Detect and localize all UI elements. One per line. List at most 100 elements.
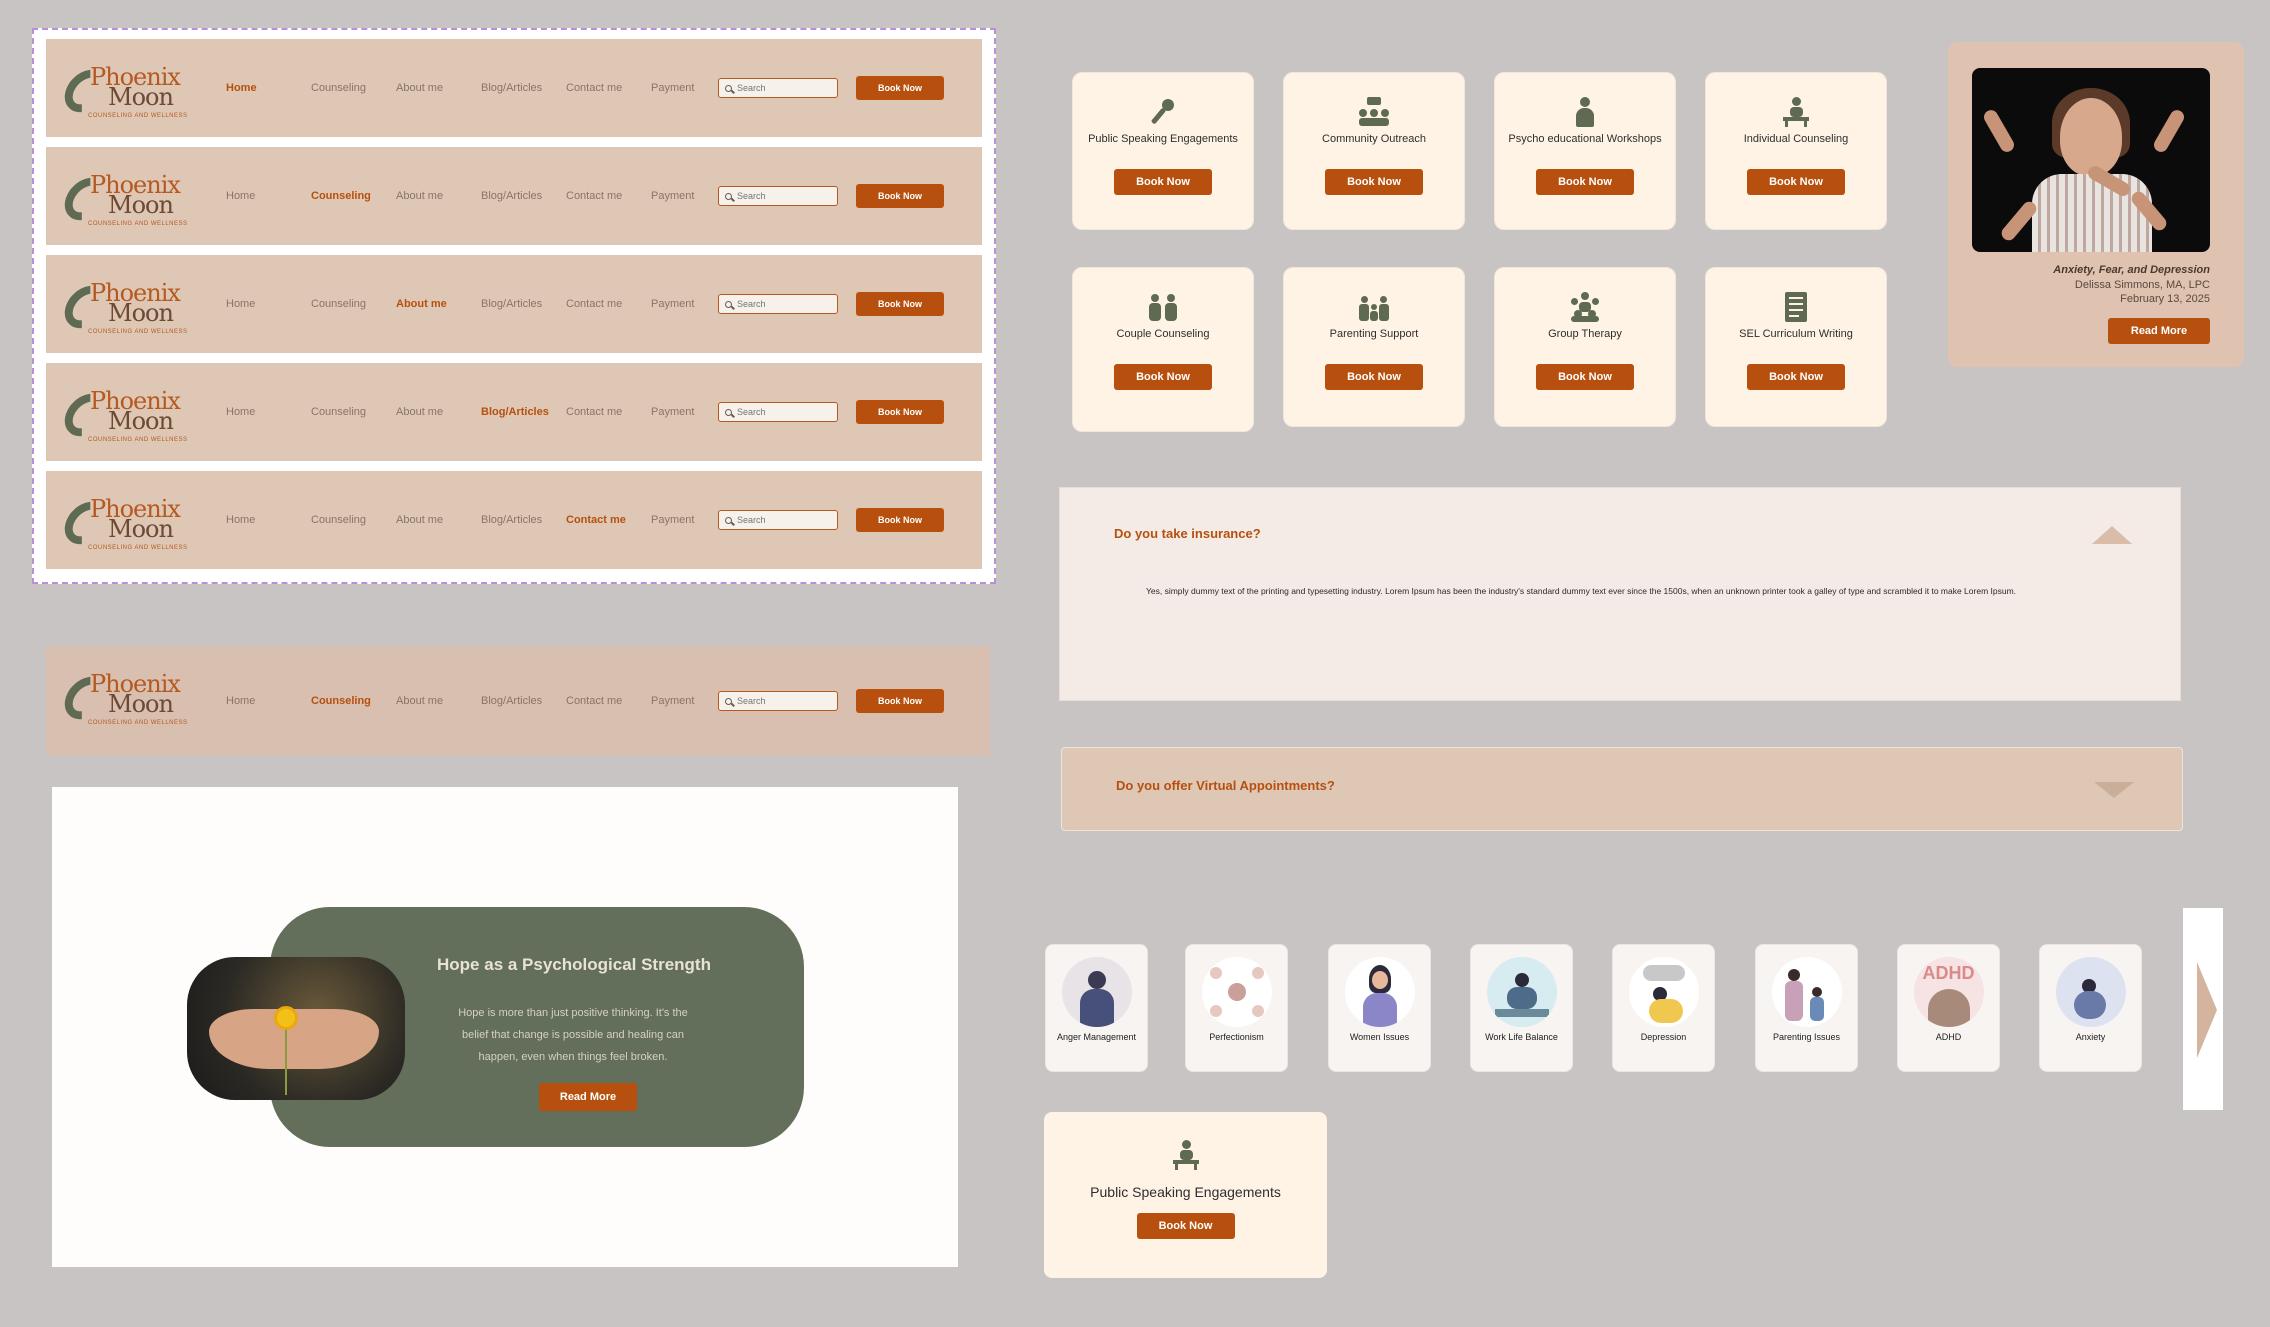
article-card: Anxiety, Fear, and Depression Delissa Si… xyxy=(1948,42,2244,367)
nav-link-about-me[interactable]: About me xyxy=(396,190,481,202)
hope-read-more-button[interactable]: Read More xyxy=(539,1083,637,1111)
logo[interactable]: Phoenix Moon COUNSELING AND WELLNESS xyxy=(56,165,187,229)
search-box[interactable] xyxy=(718,402,838,422)
book-now-button[interactable]: Book Now xyxy=(1114,169,1212,195)
book-now-button[interactable]: Book Now xyxy=(1136,1213,1235,1239)
topics-next-button[interactable] xyxy=(2183,908,2223,1110)
nav-link-home[interactable]: Home xyxy=(226,514,311,526)
topic-card[interactable]: Parenting Issues xyxy=(1755,944,1858,1072)
chevron-right-icon[interactable] xyxy=(2197,962,2217,1058)
hope-section: Hope as a Psychological Strength Hope is… xyxy=(52,787,958,1267)
nav-link-blog-articles[interactable]: Blog/Articles xyxy=(481,82,566,94)
book-now-button[interactable]: Book Now xyxy=(856,689,944,713)
nav-link-contact-me[interactable]: Contact me xyxy=(566,406,651,418)
search-box[interactable] xyxy=(718,78,838,98)
search-input[interactable] xyxy=(737,83,827,93)
book-now-button[interactable]: Book Now xyxy=(1536,169,1634,195)
nav-link-about-me[interactable]: About me xyxy=(396,406,481,418)
nav-link-contact-me[interactable]: Contact me xyxy=(566,190,651,202)
book-now-button[interactable]: Book Now xyxy=(1114,364,1212,390)
chevron-down-icon[interactable] xyxy=(2094,782,2134,798)
search-input[interactable] xyxy=(737,515,827,525)
service-card: Public Speaking Engagements Book Now xyxy=(1072,72,1254,230)
search-input[interactable] xyxy=(737,696,827,706)
nav-link-contact-me[interactable]: Contact me xyxy=(566,514,651,526)
nav-links: Home Counseling About me Blog/Articles Conta… xyxy=(226,471,736,569)
book-now-button[interactable]: Book Now xyxy=(1325,169,1423,195)
nav-links: Home Counseling About me Blog/Articles Conta… xyxy=(226,646,736,756)
adhd-illustration-icon: ADHD xyxy=(1913,957,1984,1027)
search-box[interactable] xyxy=(718,510,838,530)
logo[interactable]: Phoenix Moon COUNSELING AND WELLNESS xyxy=(56,57,187,121)
search-input[interactable] xyxy=(737,299,827,309)
nav-link-counseling[interactable]: Counseling xyxy=(311,298,396,310)
nav-link-about-me[interactable]: About me xyxy=(396,695,481,707)
topic-card[interactable]: Work Life Balance xyxy=(1470,944,1573,1072)
topic-label: Anger Management xyxy=(1056,1032,1137,1042)
nav-link-counseling[interactable]: Counseling xyxy=(311,406,396,418)
book-now-button[interactable]: Book Now xyxy=(856,184,944,208)
chevron-up-icon[interactable] xyxy=(2092,526,2132,544)
logo-text: Phoenix Moon xyxy=(90,387,181,435)
topic-card[interactable]: ADHD ADHD xyxy=(1897,944,2000,1072)
topic-card[interactable]: Perfectionism xyxy=(1185,944,1288,1072)
book-now-button[interactable]: Book Now xyxy=(1325,364,1423,390)
topic-card[interactable]: Depression xyxy=(1612,944,1715,1072)
search-icon xyxy=(725,408,732,416)
topic-card[interactable]: Anger Management xyxy=(1045,944,1148,1072)
nav-link-home[interactable]: Home xyxy=(226,298,311,310)
logo[interactable]: Phoenix Moon COUNSELING AND WELLNESS xyxy=(56,273,187,337)
book-now-button[interactable]: Book Now xyxy=(856,76,944,100)
search-box[interactable] xyxy=(718,294,838,314)
nav-link-blog-articles[interactable]: Blog/Articles xyxy=(481,190,566,202)
search-box[interactable] xyxy=(718,186,838,206)
article-read-more-button[interactable]: Read More xyxy=(2108,318,2210,344)
faq-item-expanded[interactable]: Do you take insurance? Yes, simply dummy… xyxy=(1059,487,2181,701)
faq-question[interactable]: Do you offer Virtual Appointments? xyxy=(1116,778,1335,793)
logo[interactable]: Phoenix Moon COUNSELING AND WELLNESS xyxy=(56,381,187,445)
service-label: Public Speaking Engagements xyxy=(1090,1184,1281,1200)
nav-link-home[interactable]: Home xyxy=(226,82,311,94)
book-now-button[interactable]: Book Now xyxy=(856,400,944,424)
book-now-button[interactable]: Book Now xyxy=(856,508,944,532)
book-now-button[interactable]: Book Now xyxy=(856,292,944,316)
service-label: Public Speaking Engagements xyxy=(1088,133,1238,145)
nav-link-counseling[interactable]: Counseling xyxy=(311,514,396,526)
faq-item-collapsed[interactable]: Do you offer Virtual Appointments? xyxy=(1061,747,2183,831)
search-input[interactable] xyxy=(737,407,827,417)
nav-link-counseling[interactable]: Counseling xyxy=(311,82,396,94)
service-label: Community Outreach xyxy=(1322,133,1426,145)
search-input[interactable] xyxy=(737,191,827,201)
nav-link-blog-articles[interactable]: Blog/Articles xyxy=(481,695,566,707)
community-icon xyxy=(1359,97,1389,127)
depression-illustration-icon xyxy=(1628,957,1699,1027)
nav-link-contact-me[interactable]: Contact me xyxy=(566,82,651,94)
nav-link-home[interactable]: Home xyxy=(226,190,311,202)
book-now-button[interactable]: Book Now xyxy=(1747,364,1845,390)
nav-link-contact-me[interactable]: Contact me xyxy=(566,298,651,310)
logo[interactable]: Phoenix Moon COUNSELING AND WELLNESS xyxy=(56,664,187,728)
nav-link-home[interactable]: Home xyxy=(226,406,311,418)
nav-link-about-me[interactable]: About me xyxy=(396,82,481,94)
nav-link-about-me[interactable]: About me xyxy=(396,298,481,310)
group-icon xyxy=(1570,292,1600,322)
service-label: Parenting Support xyxy=(1329,328,1419,340)
logo[interactable]: Phoenix Moon COUNSELING AND WELLNESS xyxy=(56,489,187,553)
faq-question[interactable]: Do you take insurance? xyxy=(1114,526,1261,541)
nav-link-blog-articles[interactable]: Blog/Articles xyxy=(481,298,566,310)
book-now-button[interactable]: Book Now xyxy=(1536,364,1634,390)
nav-link-contact-me[interactable]: Contact me xyxy=(566,695,651,707)
anxiety-illustration-icon xyxy=(2055,957,2126,1027)
topic-card[interactable]: Women Issues xyxy=(1328,944,1431,1072)
nav-link-blog-articles[interactable]: Blog/Articles xyxy=(481,406,566,418)
nav-link-blog-articles[interactable]: Blog/Articles xyxy=(481,514,566,526)
nav-link-counseling[interactable]: Counseling xyxy=(311,695,396,707)
book-now-button[interactable]: Book Now xyxy=(1747,169,1845,195)
navbar-variants-frame: Phoenix Moon COUNSELING AND WELLNESS Home Co… xyxy=(32,28,996,584)
search-box[interactable] xyxy=(718,691,838,711)
search-icon xyxy=(725,300,732,308)
nav-link-counseling[interactable]: Counseling xyxy=(311,190,396,202)
topic-card[interactable]: Anxiety xyxy=(2039,944,2142,1072)
nav-link-home[interactable]: Home xyxy=(226,695,311,707)
nav-link-about-me[interactable]: About me xyxy=(396,514,481,526)
